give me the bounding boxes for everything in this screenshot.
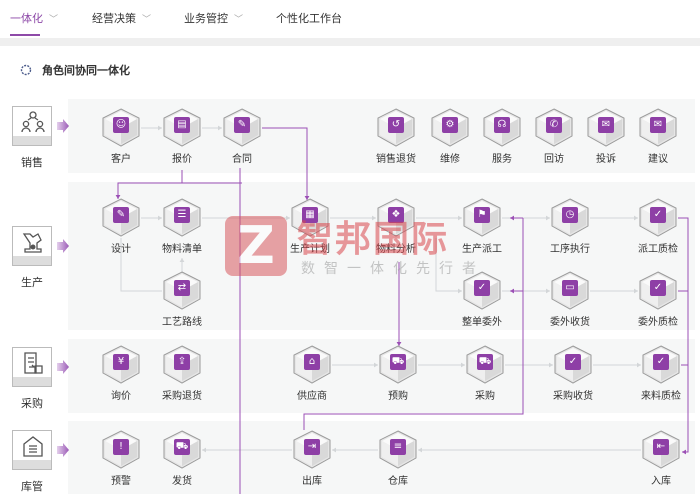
plan-icon: ▦: [302, 207, 318, 223]
return-icon: ↺: [388, 117, 404, 133]
node-chuku[interactable]: ⇥ 出库: [282, 430, 342, 487]
basket-return-icon: ⇪: [174, 354, 190, 370]
node-label: 工序执行: [550, 244, 590, 255]
node-label: 物料分析: [376, 244, 416, 255]
node-wwzj[interactable]: ✓ 委外质检: [628, 271, 688, 328]
node-label: 整单委外: [462, 317, 502, 328]
node-hetong[interactable]: ✎ 合同: [212, 108, 272, 165]
node-gys[interactable]: ⌂ 供应商: [282, 345, 342, 402]
user-icon: ☺: [113, 117, 129, 133]
repair-icon: ⚙: [442, 117, 458, 133]
phone-icon: ✆: [546, 117, 562, 133]
node-label: 物料清单: [162, 244, 202, 255]
dispatch-icon: ⚑: [474, 207, 490, 223]
node-label: 合同: [232, 154, 252, 165]
quote-doc-icon: ▤: [174, 117, 190, 133]
outbound-icon: ⇥: [304, 439, 320, 455]
cross-line: [117, 182, 242, 199]
node-label: 入库: [651, 476, 671, 487]
node-wlfx[interactable]: ❖ 物料分析: [366, 198, 426, 255]
node-zdww[interactable]: ✓ 整单委外: [452, 271, 512, 328]
node-cangku[interactable]: ≡ 仓库: [368, 430, 428, 487]
node-jianyi[interactable]: ✉ 建议: [628, 108, 688, 165]
shield-check-icon: ✓: [650, 207, 666, 223]
headset-icon: ☊: [494, 117, 510, 133]
store-icon: ⌂: [304, 354, 320, 370]
process-icon: ◷: [562, 207, 578, 223]
warehouse-icon: ≡: [390, 439, 406, 455]
suggest-icon: ✉: [650, 117, 666, 133]
clipboard-check-icon: ✓: [474, 280, 490, 296]
node-caigou[interactable]: ⛟ 采购: [455, 345, 515, 402]
node-wwsh[interactable]: ▭ 委外收货: [540, 271, 600, 328]
node-cgsh[interactable]: ✓ 采购收货: [543, 345, 603, 402]
node-label: 发货: [172, 476, 192, 487]
node-pgzj[interactable]: ✓ 派工质检: [628, 198, 688, 255]
shield-check-icon: ✓: [653, 354, 669, 370]
node-label: 仓库: [388, 476, 408, 487]
card-icon: ▭: [562, 280, 578, 296]
node-label: 采购: [475, 391, 495, 402]
node-label: 派工质检: [638, 244, 678, 255]
node-label: 委外质检: [638, 317, 678, 328]
cart-icon: ⛟: [477, 354, 493, 370]
node-label: 预购: [388, 391, 408, 402]
inbound-icon: ⇤: [653, 439, 669, 455]
route-icon: ⇄: [174, 280, 190, 296]
bag-icon: ✓: [565, 354, 581, 370]
arrowhead: [179, 258, 185, 262]
node-label: 生产派工: [462, 244, 502, 255]
mail-icon: ✉: [598, 117, 614, 133]
node-label: 工艺路线: [162, 317, 202, 328]
node-scpg[interactable]: ⚑ 生产派工: [452, 198, 512, 255]
node-label: 出库: [302, 476, 322, 487]
node-label: 来料质检: [641, 391, 681, 402]
clipboard-icon: ☰: [174, 207, 190, 223]
contract-icon: ✎: [234, 117, 250, 133]
node-label: 采购退货: [162, 391, 202, 402]
node-label: 生产计划: [290, 244, 330, 255]
node-gylx[interactable]: ⇄ 工艺路线: [152, 271, 212, 328]
node-ruku[interactable]: ⇤ 入库: [631, 430, 691, 487]
node-label: 供应商: [297, 391, 327, 402]
shield-check-icon: ✓: [650, 280, 666, 296]
cart-icon: ⛟: [390, 354, 406, 370]
node-label: 采购收货: [553, 391, 593, 402]
pencil-icon: ✎: [113, 207, 129, 223]
yen-icon: ¥: [113, 354, 129, 370]
node-gxzx[interactable]: ◷ 工序执行: [540, 198, 600, 255]
node-yugou[interactable]: ⛟ 预购: [368, 345, 428, 402]
node-scjh[interactable]: ▦ 生产计划: [280, 198, 340, 255]
node-wlqd[interactable]: ☰ 物料清单: [152, 198, 212, 255]
warning-icon: !: [113, 439, 129, 455]
node-label: 建议: [648, 154, 668, 165]
cubes-icon: ❖: [388, 207, 404, 223]
node-label: 委外收货: [550, 317, 590, 328]
truck-icon: ⛟: [174, 439, 190, 455]
node-llzj[interactable]: ✓ 来料质检: [631, 345, 691, 402]
node-cgth[interactable]: ⇪ 采购退货: [152, 345, 212, 402]
node-fahuo[interactable]: ⛟ 发货: [152, 430, 212, 487]
